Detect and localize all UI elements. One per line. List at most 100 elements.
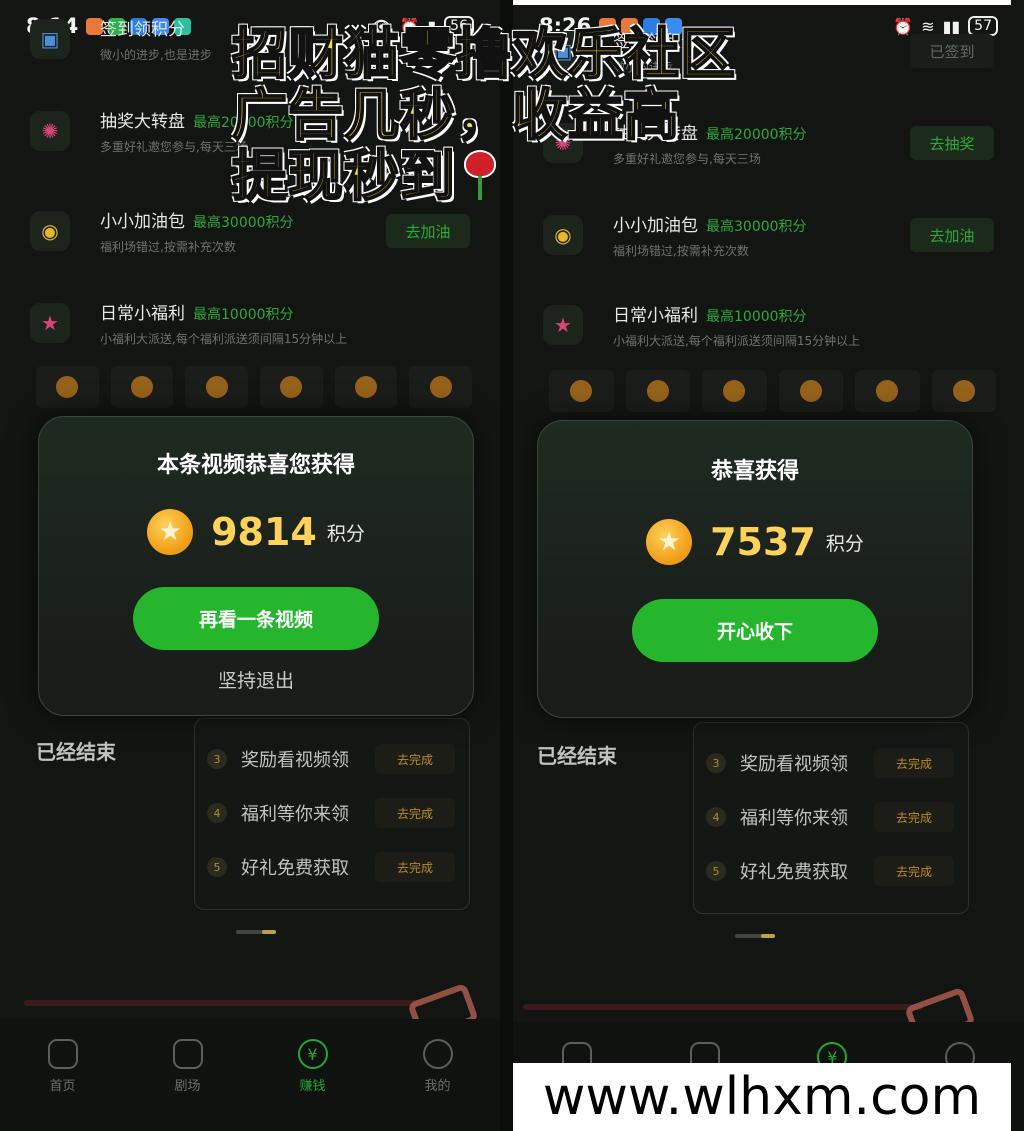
star-coin-icon: ★ <box>147 509 194 555</box>
nav-item-home[interactable]: 首页 <box>0 1019 125 1131</box>
gamepad-icon: ◉ <box>543 215 583 255</box>
coin-icon <box>952 380 975 402</box>
row-number: 4 <box>207 803 227 823</box>
complete-button[interactable]: 去完成 <box>375 798 455 828</box>
dialog-title: 本条视频恭喜您获得 <box>156 453 355 478</box>
exit-link[interactable]: 坚持退出 <box>39 666 473 693</box>
nav-item-theater[interactable]: 剧场 <box>125 1019 250 1131</box>
dialog-title: 恭喜获得 <box>710 459 799 484</box>
complete-button[interactable]: 去完成 <box>874 802 954 832</box>
coin-slot[interactable] <box>549 370 614 412</box>
gamepad-icon: ◉ <box>30 211 70 251</box>
row-number: 3 <box>706 753 726 773</box>
task-text: 日常小福利 最高10000积分 小福利大派送,每个福利派送须间隔15分钟以上 <box>613 301 860 349</box>
task-name: 抽奖大转盘 <box>100 112 185 132</box>
ended-label: 已经结束 <box>36 740 116 764</box>
caption-line-1: 招财猫零撸欢乐社区 <box>231 22 737 86</box>
complete-button[interactable]: 去完成 <box>375 744 455 774</box>
task-panel: 3 奖励看视频领 去完成 4 福利等你来领 去完成 5 好礼免费获取 去完成 <box>194 718 470 910</box>
task-item-daily[interactable]: ★ 日常小福利 最高10000积分 小福利大派送,每个福利派送须间隔15分钟以上 <box>543 294 994 356</box>
coin-slot[interactable] <box>778 370 843 412</box>
coin-slot[interactable] <box>702 370 767 412</box>
caption-line-3: 提现秒到 <box>231 144 736 208</box>
refuel-button[interactable]: 去加油 <box>386 214 470 248</box>
task-points: 最高10000积分 <box>706 309 807 325</box>
coin-icon <box>56 376 79 398</box>
reward-dialog: 本条视频恭喜您获得 ★ 9814 积分 再看一条视频 坚持退出 <box>38 416 474 716</box>
panel-row: 5 好礼免费获取 去完成 <box>706 851 954 891</box>
top-edge <box>513 0 1011 5</box>
star-icon: ★ <box>30 303 70 343</box>
reward-dialog: 恭喜获得 ★ 7537 积分 开心收下 <box>537 420 973 718</box>
task-item-refuel[interactable]: ◉ 小小加油包 最高30000积分 福利场错过,按需补充次数 去加油 <box>30 200 470 262</box>
screenshot-composite: 8:14 👁 ⏰ ▮ 56 ▣ 签到领积分 微小的进步,也是进步 <box>0 0 1024 1131</box>
panel-row: 3 奖励看视频领 去完成 <box>207 739 455 779</box>
task-desc: 福利场错过,按需补充次数 <box>100 240 236 254</box>
coin-icon <box>355 376 378 398</box>
coin-slot[interactable] <box>260 366 323 408</box>
calendar-icon: ▣ <box>30 19 70 59</box>
task-text: 小小加油包 最高30000积分 福利场错过,按需补充次数 <box>100 207 294 255</box>
star-coin-icon: ★ <box>646 519 693 565</box>
task-desc: 小福利大派送,每个福利派送须间隔15分钟以上 <box>613 334 861 348</box>
coin-icon <box>570 380 593 402</box>
task-points: 最高30000积分 <box>706 219 807 235</box>
task-text: 小小加油包 最高30000积分 福利场错过,按需补充次数 <box>613 211 807 259</box>
task-name: 日常小福利 <box>613 306 698 326</box>
coin-slot[interactable] <box>625 370 690 412</box>
panel-row: 5 好礼免费获取 去完成 <box>207 847 455 887</box>
coin-row <box>36 366 473 408</box>
task-name: 日常小福利 <box>100 304 185 324</box>
panel-row: 4 福利等你来领 去完成 <box>706 797 954 837</box>
coin-slot[interactable] <box>185 366 249 408</box>
coin-slot[interactable] <box>855 370 920 412</box>
nav-item-earn[interactable]: ¥ 赚钱 <box>250 1019 375 1131</box>
pager-dots <box>735 934 775 938</box>
wheel-icon: ✺ <box>30 111 70 151</box>
caption-line-3-text: 提现秒到 <box>231 144 457 208</box>
row-number: 5 <box>207 857 227 877</box>
row-label: 好礼免费获取 <box>740 862 848 883</box>
coin-slot[interactable] <box>36 366 99 408</box>
watch-another-video-button[interactable]: 再看一条视频 <box>133 587 379 650</box>
nav-item-profile[interactable]: 我的 <box>375 1019 500 1131</box>
row-label: 奖励看视频领 <box>241 750 349 771</box>
banner-edge <box>24 1000 424 1006</box>
coin-slot[interactable] <box>409 366 473 408</box>
banner-edge <box>523 1004 923 1010</box>
complete-button[interactable]: 去完成 <box>874 856 954 886</box>
panel-row: 4 福利等你来领 去完成 <box>207 793 455 833</box>
task-name: 小小加油包 <box>613 216 698 236</box>
nav-label: 我的 <box>424 1079 451 1094</box>
promo-caption: 招财猫零撸欢乐社区 广告几秒，收益高 提现秒到 <box>231 22 737 208</box>
reward-amount-row: ★ 7537 积分 <box>538 519 972 565</box>
task-desc: 小福利大派送,每个福利派送须间隔15分钟以上 <box>100 332 348 346</box>
pager-dots <box>236 930 276 934</box>
row-number: 3 <box>207 749 227 769</box>
coin-slot[interactable] <box>110 366 174 408</box>
star-icon: ★ <box>543 305 583 345</box>
task-text: 签到领积分 微小的进步,也是进步 <box>100 15 212 63</box>
watermark: www.wlhxm.com <box>513 1063 1011 1131</box>
bottom-nav: 首页 剧场 ¥ 赚钱 我的 <box>0 1019 500 1131</box>
complete-button[interactable]: 去完成 <box>874 748 954 778</box>
task-name: 小小加油包 <box>100 212 185 232</box>
task-item-refuel[interactable]: ◉ 小小加油包 最高30000积分 福利场错过,按需补充次数 去加油 <box>543 204 994 266</box>
reward-unit: 积分 <box>825 532 864 555</box>
coin-slot[interactable] <box>334 366 398 408</box>
task-item-daily[interactable]: ★ 日常小福利 最高10000积分 小福利大派送,每个福利派送须间隔15分钟以上 <box>30 292 470 354</box>
task-desc: 福利场错过,按需补充次数 <box>613 244 749 258</box>
accept-reward-button[interactable]: 开心收下 <box>632 599 878 662</box>
reward-amount: 9814 <box>211 510 317 554</box>
complete-button[interactable]: 去完成 <box>375 852 455 882</box>
lottery-button[interactable]: 去抽奖 <box>910 126 994 160</box>
reward-amount-row: ★ 9814 积分 <box>39 509 473 555</box>
row-label: 奖励看视频领 <box>740 754 848 775</box>
row-label: 福利等你来领 <box>241 804 349 825</box>
task-panel: 3 奖励看视频领 去完成 4 福利等你来领 去完成 5 好礼免费获取 去完成 <box>693 722 969 914</box>
coin-slot[interactable] <box>931 370 996 412</box>
refuel-button[interactable]: 去加油 <box>910 218 994 252</box>
signed-in-button[interactable]: 已签到 <box>910 34 994 68</box>
nav-label: 剧场 <box>174 1079 201 1094</box>
coin-icon <box>876 380 899 402</box>
